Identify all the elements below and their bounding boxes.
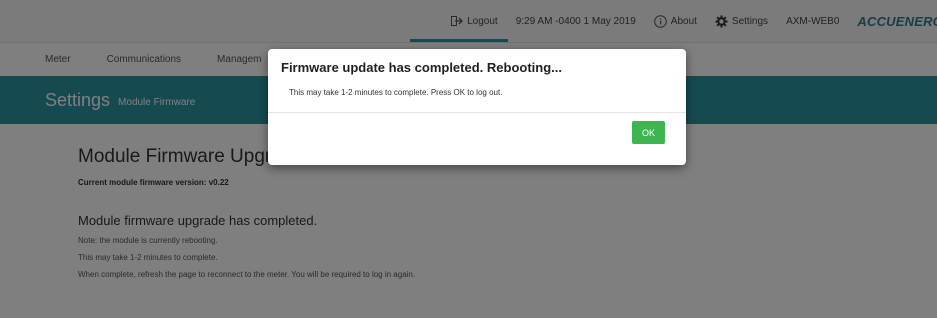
dialog-divider [268,112,686,113]
reboot-dialog: Firmware update has completed. Rebooting… [268,49,686,165]
dialog-message: This may take 1-2 minutes to complete. P… [289,88,503,97]
dialog-title: Firmware update has completed. Rebooting… [281,60,562,75]
ok-button[interactable]: OK [632,121,665,144]
